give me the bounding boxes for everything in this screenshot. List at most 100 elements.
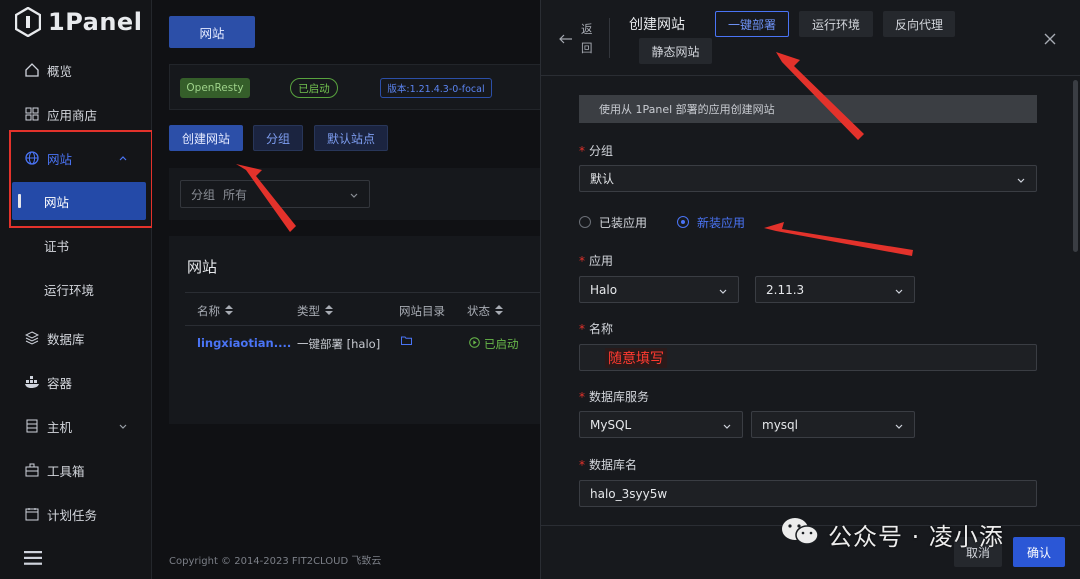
column-header-directory: 网站目录: [399, 303, 445, 319]
chevron-down-icon: [1016, 174, 1026, 188]
column-label: 状态: [467, 304, 490, 318]
site-status[interactable]: 已启动: [469, 336, 519, 352]
sidebar-subitem-runtime[interactable]: 运行环境: [12, 270, 146, 308]
version-tag: 版本:1.21.4.3-0-focal: [380, 78, 492, 98]
sidebar-item-label: 概览: [47, 63, 73, 79]
sidebar-item-label: 应用商店: [47, 107, 98, 123]
confirm-button[interactable]: 确认: [1013, 537, 1065, 567]
logo[interactable]: 1Panel: [14, 6, 142, 38]
select-value: 默认: [590, 172, 615, 186]
home-icon: [24, 62, 40, 78]
tab-runtime[interactable]: 运行环境: [799, 11, 873, 37]
logo-hexagon-icon: [14, 7, 42, 37]
openresty-status-bar: OpenResty 已启动 版本:1.21.4.3-0-focal: [169, 64, 540, 110]
filter-label: 分组: [191, 187, 216, 202]
sidebar-item-app-store[interactable]: 应用商店: [0, 99, 152, 129]
logo-text: 1Panel: [48, 8, 143, 36]
radio-new-app[interactable]: [677, 216, 690, 228]
sidebar-item-label: 容器: [47, 375, 73, 391]
sidebar-subitem-label: 运行环境: [44, 282, 95, 298]
back-arrow-icon[interactable]: [559, 30, 573, 49]
tab-reverse-proxy[interactable]: 反向代理: [883, 11, 955, 37]
tab-static-site[interactable]: 静态网站: [639, 38, 712, 64]
status-text: 已启动: [484, 337, 519, 351]
app-source-radio-group: 已装应用 新装应用: [579, 212, 745, 232]
required-mark: *: [579, 254, 585, 268]
site-name-link[interactable]: lingxiaotian....: [197, 336, 291, 350]
sidebar-item-overview[interactable]: 概览: [0, 55, 152, 85]
chevron-down-icon: [894, 285, 904, 299]
sidebar-item-label: 工具箱: [47, 463, 85, 479]
create-website-drawer: 返回 创建网站 一键部署 运行环境 反向代理 静态网站 使用从 1Panel 部…: [540, 0, 1080, 579]
app-version-select[interactable]: 2.11.3: [755, 276, 915, 303]
sort-icon: [325, 304, 333, 318]
sidebar-item-cron[interactable]: 计划任务: [0, 499, 152, 529]
highlight-box: [9, 130, 153, 228]
column-header-name[interactable]: 名称: [197, 303, 233, 319]
column-header-type[interactable]: 类型: [297, 303, 333, 319]
group-select[interactable]: 默认: [579, 165, 1037, 192]
folder-icon[interactable]: [401, 336, 412, 345]
sidebar-subitem-label: 证书: [44, 238, 70, 254]
db-name-input[interactable]: halo_3syy5w: [579, 480, 1037, 507]
database-icon: [24, 330, 40, 346]
db-type-select[interactable]: MySQL: [579, 411, 743, 438]
field-label: 数据库服务: [589, 390, 650, 404]
sidebar-item-host[interactable]: 主机: [0, 411, 152, 441]
status-badge: 已启动: [290, 78, 338, 98]
sidebar: 1Panel 概览 应用商店 网站 网站 证书 运行环境 数据库 容器 主机 工…: [0, 0, 153, 579]
sidebar-item-database[interactable]: 数据库: [0, 323, 152, 353]
column-label: 类型: [297, 304, 320, 318]
select-value: Halo: [590, 282, 618, 297]
header-divider: [609, 18, 610, 58]
apps-icon: [24, 106, 40, 122]
app-label: * 应用: [579, 252, 613, 269]
app-select[interactable]: Halo: [579, 276, 739, 303]
sidebar-subitem-certificate[interactable]: 证书: [12, 226, 146, 264]
sidebar-item-container[interactable]: 容器: [0, 367, 152, 397]
group-filter-select[interactable]: 分组 所有: [180, 180, 370, 208]
radio-label: 新装应用: [697, 215, 746, 230]
chevron-down-icon: [118, 419, 128, 434]
group-button[interactable]: 分组: [253, 125, 303, 151]
back-button[interactable]: 返回: [581, 20, 593, 58]
required-mark: *: [579, 322, 585, 336]
chevron-down-icon: [718, 285, 728, 299]
select-value: MySQL: [590, 417, 632, 432]
info-bar: 使用从 1Panel 部署的应用创建网站: [579, 95, 1037, 123]
close-icon[interactable]: [1044, 30, 1056, 49]
watermark-text: 公众号 · 凌小添: [828, 522, 1004, 551]
required-mark: *: [579, 390, 585, 404]
column-header-status[interactable]: 状态: [467, 303, 503, 319]
chevron-down-icon: [349, 189, 359, 203]
tab-website[interactable]: 网站: [169, 16, 255, 48]
tab-one-click-deploy[interactable]: 一键部署: [715, 11, 789, 37]
table-header: 名称 类型 网站目录 状态: [185, 292, 540, 326]
create-website-button[interactable]: 创建网站: [169, 125, 243, 151]
menu-toggle-icon[interactable]: [24, 550, 42, 565]
copyright-footer: Copyright © 2014-2023 FIT2CLOUD 飞致云: [169, 556, 382, 567]
default-site-button[interactable]: 默认站点: [314, 125, 388, 151]
scrollbar[interactable]: [1073, 80, 1078, 252]
sidebar-item-toolbox[interactable]: 工具箱: [0, 455, 152, 485]
drawer-title: 创建网站: [629, 17, 685, 33]
wechat-watermark: 公众号 · 凌小添: [780, 516, 1004, 552]
openresty-tag: OpenResty: [180, 78, 250, 98]
db-instance-select[interactable]: mysql: [751, 411, 915, 438]
column-label: 网站目录: [399, 304, 445, 318]
docker-icon: [24, 374, 40, 390]
field-label: 名称: [589, 322, 614, 336]
filter-value: 所有: [223, 187, 248, 202]
sidebar-item-label: 计划任务: [47, 507, 98, 523]
drawer-header: 返回 创建网站 一键部署 运行环境 反向代理 静态网站: [541, 0, 1080, 76]
db-service-label: * 数据库服务: [579, 388, 649, 405]
sidebar-item-label: 数据库: [47, 331, 85, 347]
required-mark: *: [579, 144, 585, 158]
name-label: * 名称: [579, 320, 613, 337]
field-label: 分组: [589, 144, 614, 158]
radio-installed-app[interactable]: [579, 216, 591, 228]
required-mark: *: [579, 458, 585, 472]
select-value: mysql: [762, 417, 798, 432]
select-value: 2.11.3: [766, 282, 805, 297]
sort-icon: [225, 304, 233, 318]
